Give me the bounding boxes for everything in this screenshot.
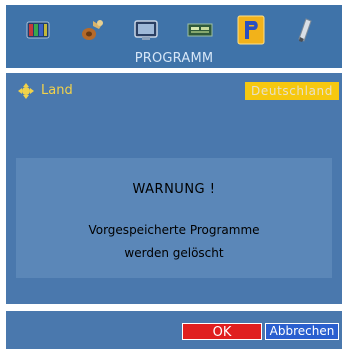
program-icon[interactable] bbox=[231, 13, 271, 47]
land-value-select[interactable]: Deutschland bbox=[245, 82, 339, 100]
ok-button[interactable]: OK bbox=[182, 323, 262, 340]
picture-icon[interactable] bbox=[18, 13, 58, 47]
tv-osd-screen: PROGRAMM Land Deutschland WARNUNG ! Vorg… bbox=[0, 0, 347, 354]
program-settings-panel: Land Deutschland WARNUNG ! Vorgespeicher… bbox=[6, 73, 342, 304]
land-setting-row[interactable]: Land Deutschland bbox=[6, 82, 342, 100]
sound-icon[interactable] bbox=[72, 13, 112, 47]
top-menu-bar: PROGRAMM bbox=[6, 5, 342, 68]
land-label: Land bbox=[41, 83, 73, 98]
menu-icon-row bbox=[6, 13, 342, 45]
menu-title: PROGRAMM bbox=[134, 51, 214, 66]
warning-title: WARNUNG ! bbox=[132, 182, 216, 197]
cancel-button[interactable]: Abbrechen bbox=[265, 323, 339, 340]
navigation-arrows-icon bbox=[18, 83, 34, 99]
setup-icon[interactable] bbox=[284, 13, 324, 47]
warning-message-line-1: Vorgespeicherte Programme bbox=[88, 223, 260, 237]
screen-icon[interactable] bbox=[126, 13, 166, 47]
features-icon[interactable] bbox=[180, 13, 220, 47]
warning-message-line-2: werden gelöscht bbox=[124, 246, 224, 260]
bottom-button-bar: OK Abbrechen bbox=[6, 311, 342, 349]
warning-dialog: WARNUNG ! Vorgespeicherte Programme werd… bbox=[16, 158, 332, 278]
